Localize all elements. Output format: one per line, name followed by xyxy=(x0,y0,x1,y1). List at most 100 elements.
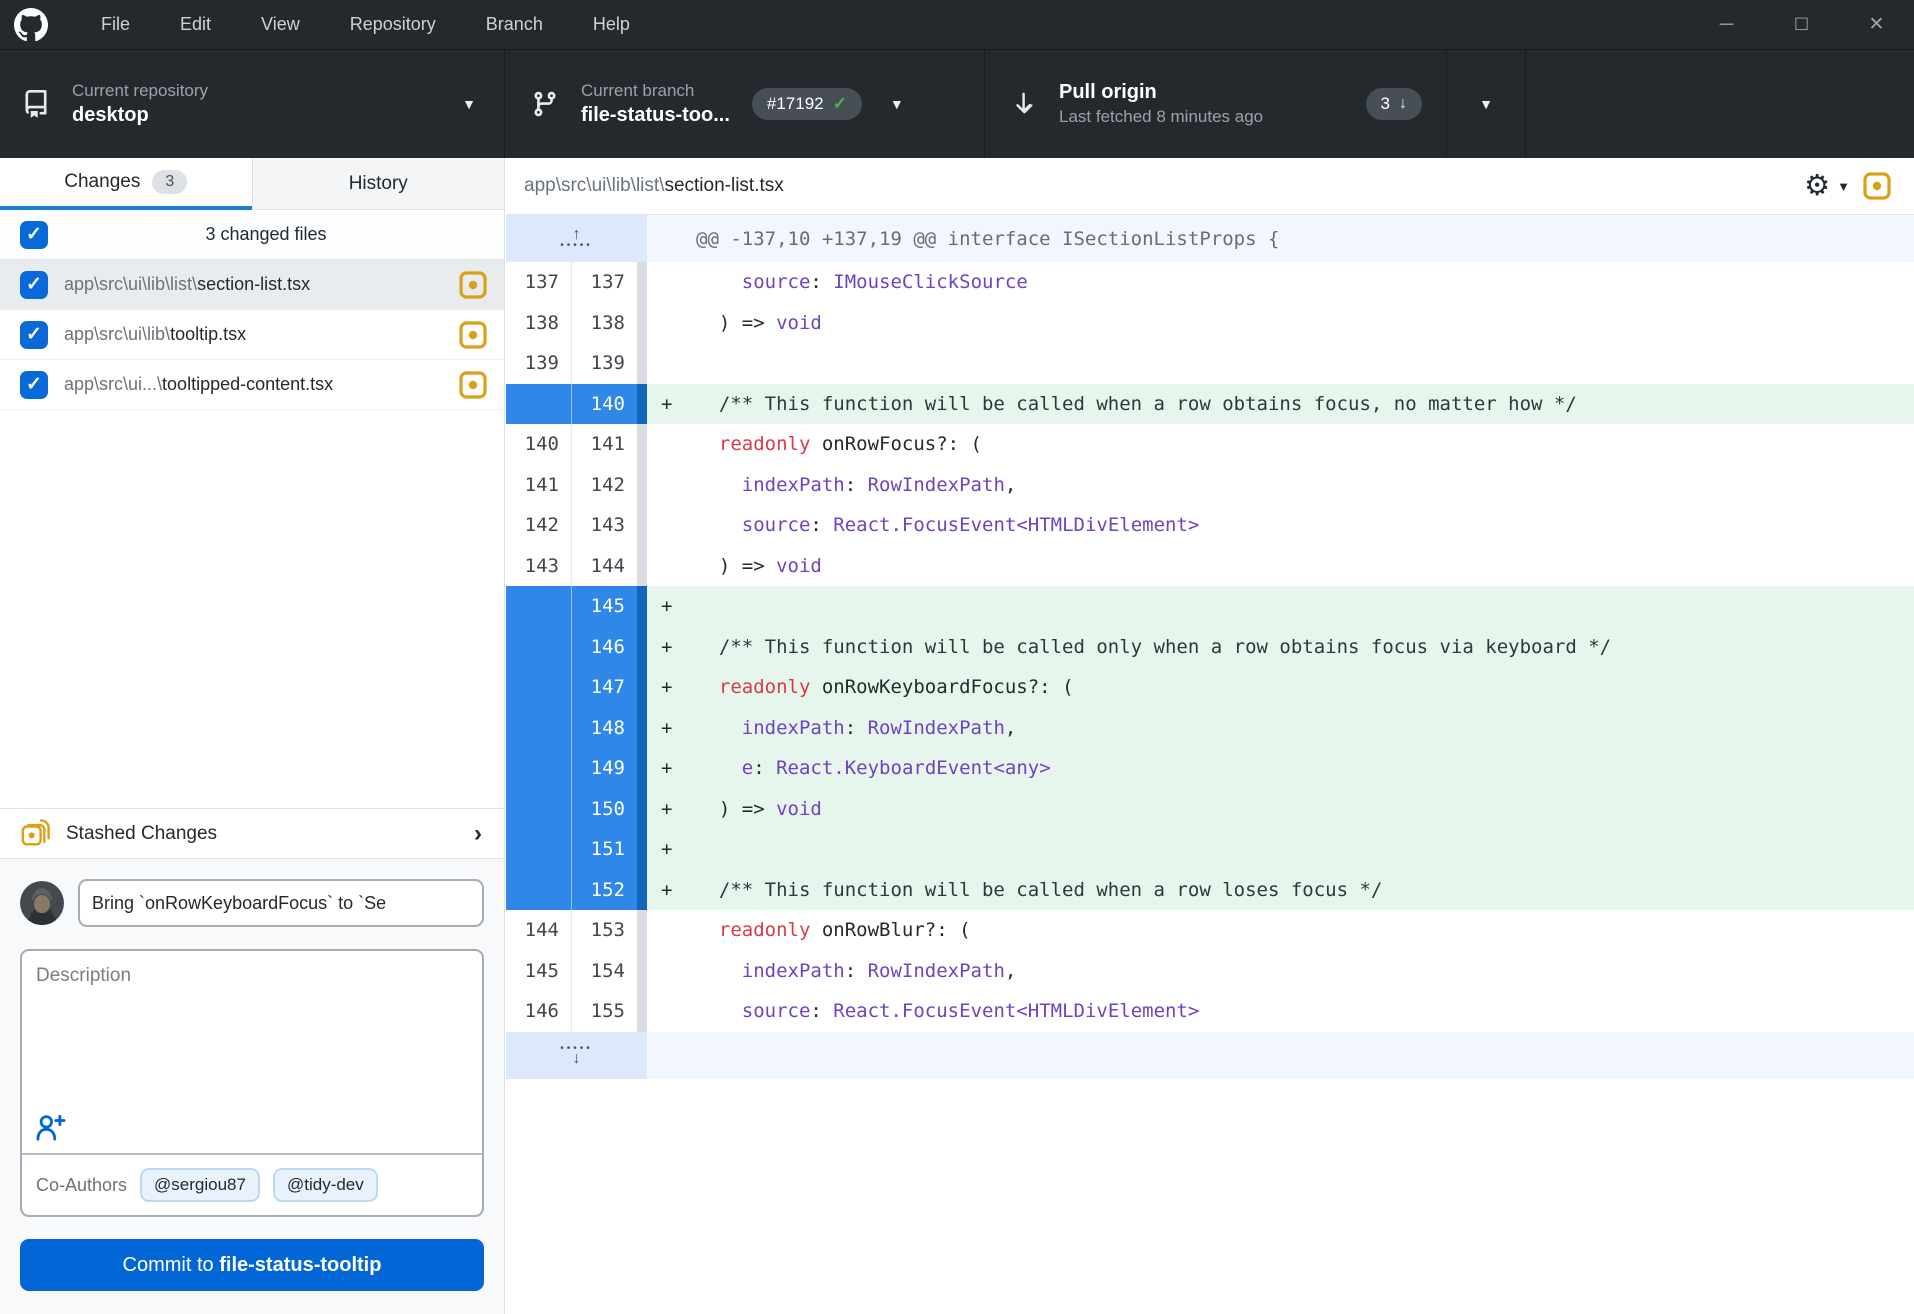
repo-icon xyxy=(22,90,50,118)
new-line-number[interactable]: 145 xyxy=(571,586,637,627)
chevron-down-icon: ▼ xyxy=(1837,179,1850,194)
hunk-header-text: @@ -137,10 +137,19 @@ interface ISection… xyxy=(647,215,1914,262)
old-line-number[interactable]: 143 xyxy=(506,546,571,587)
current-branch-label: Current branch xyxy=(581,81,730,101)
diff-line-row: 145 154 indexPath: RowIndexPath, xyxy=(506,951,1914,992)
old-line-number[interactable]: 145 xyxy=(506,951,571,992)
changed-file-row[interactable]: ✓ app\src\ui...\tooltipped-content.tsx xyxy=(0,360,504,410)
modified-status-icon xyxy=(458,370,488,400)
maximize-button[interactable]: ☐ xyxy=(1764,0,1839,49)
commit-button-prefix: Commit to xyxy=(123,1254,220,1276)
menu-item-repository[interactable]: Repository xyxy=(325,0,461,49)
stash-icon xyxy=(20,819,50,849)
pull-origin-button[interactable]: Pull origin Last fetched 8 minutes ago 3… xyxy=(985,50,1447,158)
add-coauthor-button[interactable] xyxy=(22,1113,482,1153)
coauthor-pill[interactable]: @tidy-dev xyxy=(273,1168,378,1202)
file-checkbox[interactable]: ✓ xyxy=(20,371,48,399)
select-all-checkbox[interactable]: ✓ xyxy=(20,221,48,249)
old-line-number[interactable] xyxy=(506,627,571,668)
old-line-number[interactable]: 137 xyxy=(506,262,571,303)
close-button[interactable]: ✕ xyxy=(1839,0,1914,49)
diff-line-row: 147 + readonly onRowKeyboardFocus?: ( xyxy=(506,667,1914,708)
old-line-number[interactable] xyxy=(506,748,571,789)
old-line-number[interactable] xyxy=(506,829,571,870)
commit-summary-input[interactable] xyxy=(78,879,484,927)
diff-options-button[interactable]: ⚙ ▼ xyxy=(1804,172,1850,201)
coauthor-pill[interactable]: @sergiou87 xyxy=(140,1168,260,1202)
new-line-number[interactable]: 142 xyxy=(571,465,637,506)
new-line-number[interactable]: 154 xyxy=(571,951,637,992)
menu-item-edit[interactable]: Edit xyxy=(155,0,236,49)
arrow-down-icon xyxy=(1011,91,1037,117)
old-line-number[interactable] xyxy=(506,789,571,830)
changes-count-badge: 3 xyxy=(152,170,187,194)
menu-item-file[interactable]: File xyxy=(76,0,155,49)
pull-origin-title: Pull origin xyxy=(1059,81,1263,104)
old-line-number[interactable]: 144 xyxy=(506,910,571,951)
diff-lines: 137 137 source: IMouseClickSource 138 13… xyxy=(506,262,1914,1032)
new-line-number[interactable]: 140 xyxy=(571,384,637,425)
new-line-number[interactable]: 155 xyxy=(571,991,637,1032)
changed-file-row[interactable]: ✓ app\src\ui\lib\tooltip.tsx xyxy=(0,310,504,360)
file-path: app\src\ui\lib\list\section-list.tsx xyxy=(64,274,442,295)
new-line-number[interactable]: 144 xyxy=(571,546,637,587)
current-repository-label: Current repository xyxy=(72,81,208,101)
new-line-number[interactable]: 143 xyxy=(571,505,637,546)
old-line-number[interactable] xyxy=(506,870,571,911)
menu-item-view[interactable]: View xyxy=(236,0,325,49)
diff-file-header: app\src\ui\lib\list\section-list.tsx ⚙ ▼ xyxy=(506,158,1914,215)
old-line-number[interactable]: 140 xyxy=(506,424,571,465)
menu-item-branch[interactable]: Branch xyxy=(461,0,568,49)
commit-description-textarea[interactable] xyxy=(22,951,482,1113)
current-repository-button[interactable]: Current repository desktop ▼ xyxy=(0,50,505,158)
new-line-number[interactable]: 152 xyxy=(571,870,637,911)
menu-item-help[interactable]: Help xyxy=(568,0,655,49)
coauthors-label: Co-Authors xyxy=(36,1175,127,1196)
gutter-strip xyxy=(637,465,647,506)
code-line xyxy=(647,343,1914,384)
new-line-number[interactable]: 139 xyxy=(571,343,637,384)
old-line-number[interactable]: 141 xyxy=(506,465,571,506)
pull-options-dropdown[interactable]: ▼ xyxy=(1447,50,1526,158)
modified-status-icon xyxy=(458,270,488,300)
new-line-number[interactable]: 149 xyxy=(571,748,637,789)
file-checkbox[interactable]: ✓ xyxy=(20,271,48,299)
diff-marker: + xyxy=(661,636,696,658)
expand-down-filler xyxy=(647,1032,1914,1079)
old-line-number[interactable]: 142 xyxy=(506,505,571,546)
new-line-number[interactable]: 146 xyxy=(571,627,637,668)
diff-marker: + xyxy=(661,838,696,860)
old-line-number[interactable] xyxy=(506,586,571,627)
tab-changes[interactable]: Changes 3 xyxy=(0,158,252,210)
expand-up-button[interactable]: ↑ ••••• xyxy=(506,215,647,262)
file-path: app\src\ui\lib\tooltip.tsx xyxy=(64,324,442,345)
new-line-number[interactable]: 151 xyxy=(571,829,637,870)
new-line-number[interactable]: 147 xyxy=(571,667,637,708)
new-line-number[interactable]: 150 xyxy=(571,789,637,830)
new-line-number[interactable]: 138 xyxy=(571,303,637,344)
modified-status-icon xyxy=(458,320,488,350)
current-branch-button[interactable]: Current branch file-status-too... #17192… xyxy=(505,50,985,158)
gutter-strip xyxy=(637,343,647,384)
new-line-number[interactable]: 153 xyxy=(571,910,637,951)
old-line-number[interactable]: 146 xyxy=(506,991,571,1032)
gutter-strip xyxy=(637,829,647,870)
code-line: readonly onRowFocus?: ( xyxy=(647,424,1914,465)
expand-down-button[interactable]: ••••• ↓ xyxy=(506,1032,647,1079)
commit-button[interactable]: Commit to file-status-tooltip xyxy=(20,1239,484,1291)
old-line-number[interactable] xyxy=(506,667,571,708)
tab-history[interactable]: History xyxy=(252,158,505,210)
minimize-button[interactable]: ─ xyxy=(1689,0,1764,49)
new-line-number[interactable]: 148 xyxy=(571,708,637,749)
tab-history-label: History xyxy=(349,173,408,195)
old-line-number[interactable] xyxy=(506,708,571,749)
changed-file-row[interactable]: ✓ app\src\ui\lib\list\section-list.tsx xyxy=(0,260,504,310)
stashed-changes-row[interactable]: Stashed Changes › xyxy=(0,808,504,858)
old-line-number[interactable]: 139 xyxy=(506,343,571,384)
changed-files-summary-row: ✓ 3 changed files xyxy=(0,210,504,260)
old-line-number[interactable] xyxy=(506,384,571,425)
new-line-number[interactable]: 141 xyxy=(571,424,637,465)
old-line-number[interactable]: 138 xyxy=(506,303,571,344)
new-line-number[interactable]: 137 xyxy=(571,262,637,303)
file-checkbox[interactable]: ✓ xyxy=(20,321,48,349)
